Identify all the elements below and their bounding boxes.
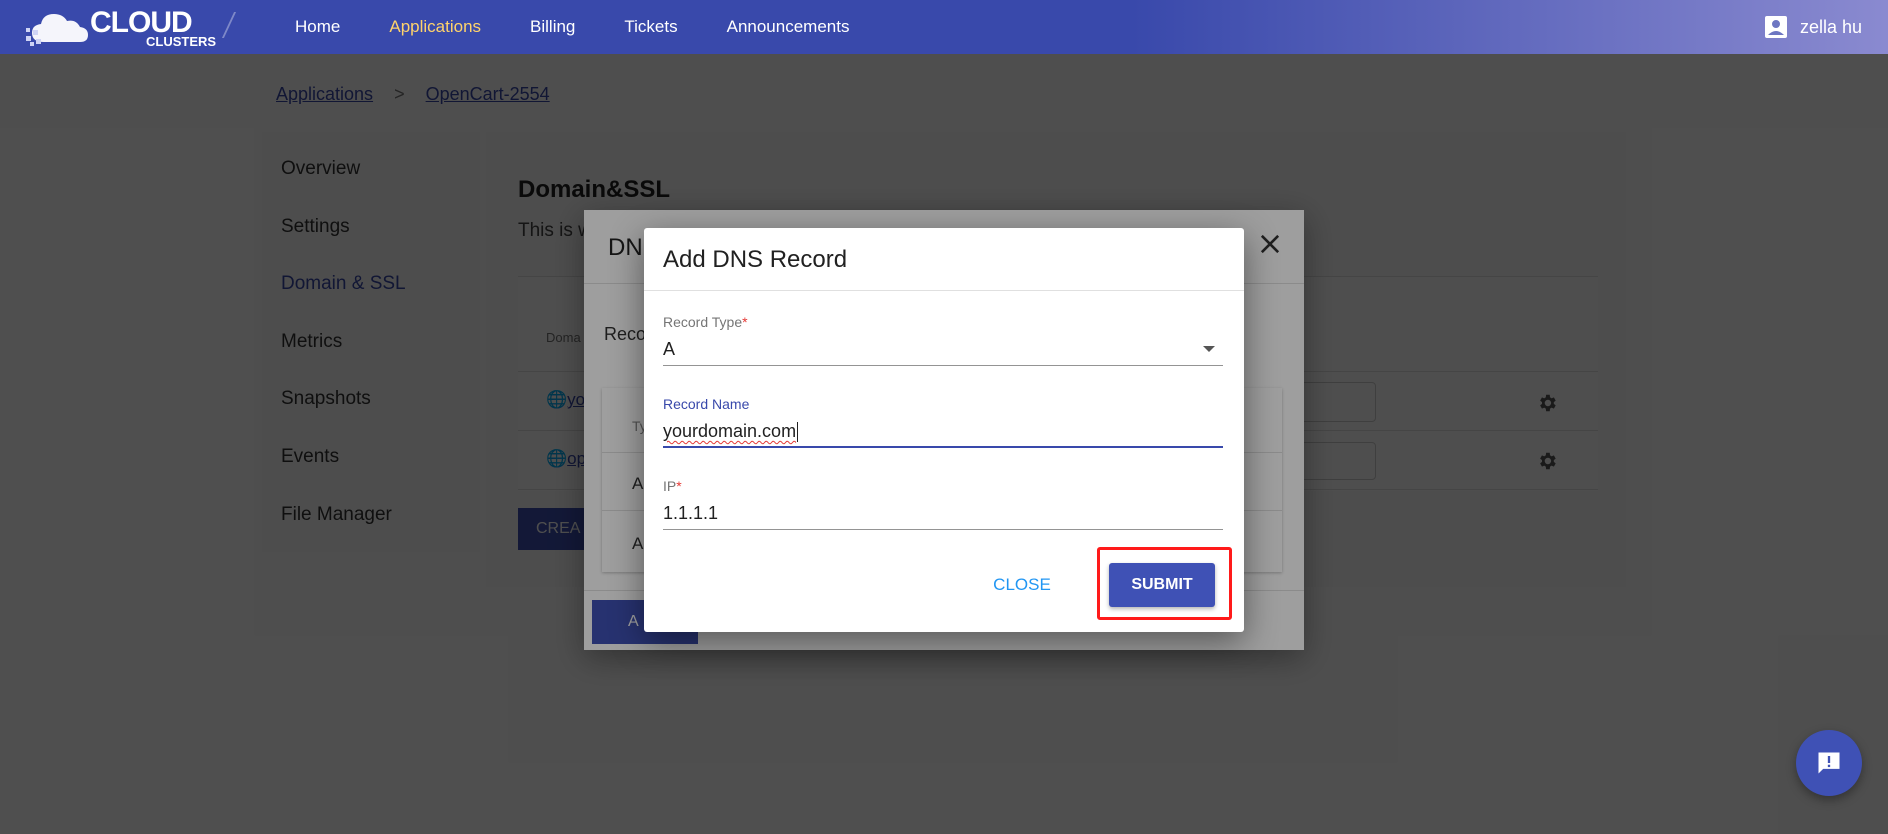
cloud-clusters-logo[interactable]: CLOUD CLUSTERS xyxy=(26,6,216,48)
ip-label: IP* xyxy=(663,478,682,494)
user-name: zella hu xyxy=(1799,16,1862,37)
ip-input[interactable]: IP* 1.1.1.1 xyxy=(663,478,1223,530)
account-box-icon xyxy=(1764,16,1787,38)
feedback-chat-icon xyxy=(1818,752,1840,774)
nav-tickets[interactable]: Tickets xyxy=(624,17,677,37)
record-name-input[interactable]: Record Name yourdomain.com xyxy=(663,396,1223,448)
dropdown-arrow-icon[interactable] xyxy=(1203,346,1215,352)
record-name-label: Record Name xyxy=(663,396,750,412)
cloud-logo-icon xyxy=(26,14,88,46)
nav-applications[interactable]: Applications xyxy=(389,17,481,37)
text-cursor xyxy=(797,422,799,443)
field-underline xyxy=(663,446,1223,448)
logo-subtext: CLUSTERS xyxy=(146,34,217,49)
field-underline xyxy=(663,365,1223,366)
record-type-label: Record Type* xyxy=(663,314,748,330)
ip-value[interactable]: 1.1.1.1 xyxy=(663,503,718,523)
chat-fab-button[interactable] xyxy=(1796,730,1862,796)
nav-home[interactable]: Home xyxy=(295,17,340,37)
dialog-title: Add DNS Record xyxy=(663,246,848,273)
record-type-value: A xyxy=(663,339,676,359)
top-navbar: CLOUD CLUSTERS Home Applications Billing… xyxy=(0,0,1888,54)
user-menu[interactable]: zella hu xyxy=(1764,0,1862,54)
record-name-value[interactable]: yourdomain.com xyxy=(663,421,796,441)
field-underline xyxy=(663,529,1223,530)
main-nav: Home Applications Billing Tickets Announ… xyxy=(295,0,898,54)
nav-billing[interactable]: Billing xyxy=(530,17,575,37)
nav-announcements[interactable]: Announcements xyxy=(727,17,850,37)
submit-highlight-box xyxy=(1097,547,1232,620)
nav-divider xyxy=(221,12,237,38)
close-button[interactable]: CLOSE xyxy=(986,568,1058,602)
dialog-divider xyxy=(644,290,1244,291)
record-type-select[interactable]: Record Type* A xyxy=(663,314,1223,366)
